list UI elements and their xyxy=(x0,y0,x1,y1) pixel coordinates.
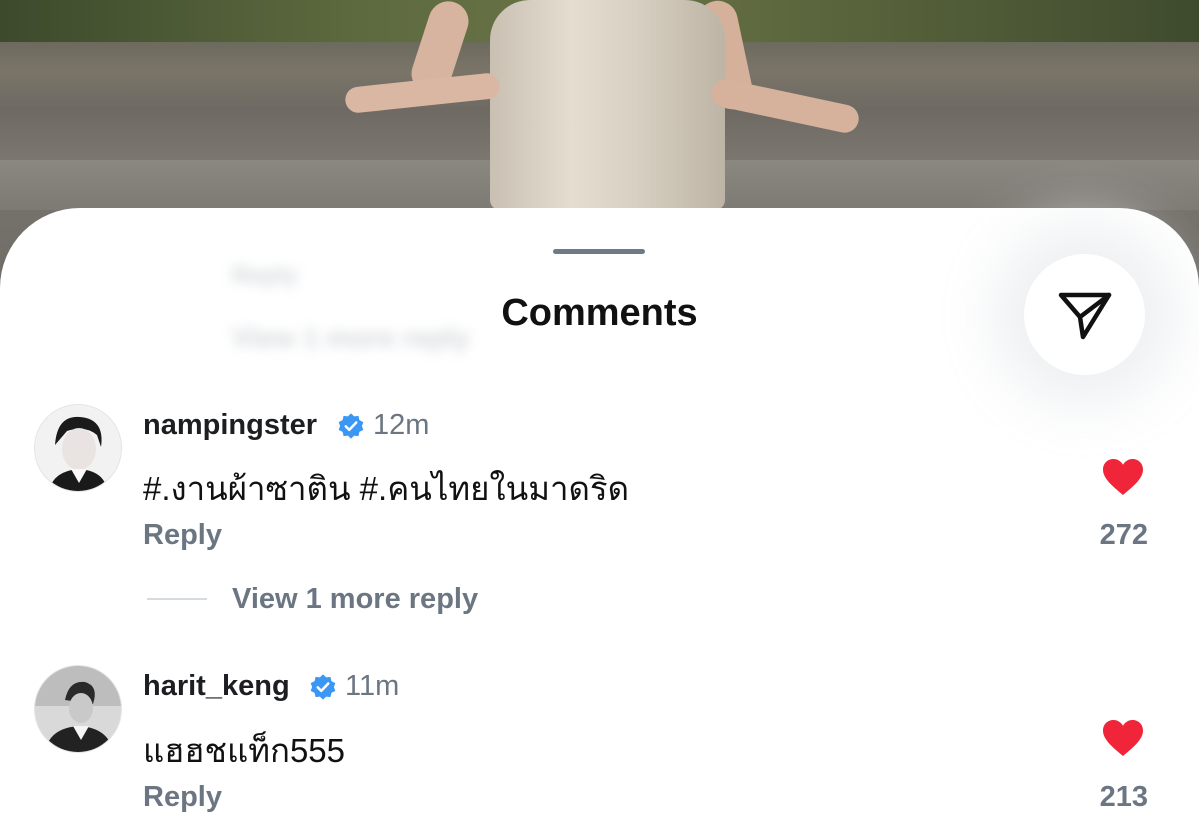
reply-button[interactable]: Reply xyxy=(143,781,222,814)
send-icon xyxy=(1058,292,1111,339)
sheet-title: Comments xyxy=(501,292,698,334)
photo-hand xyxy=(708,76,862,136)
sheet-grabber-handle[interactable] xyxy=(553,249,645,254)
view-more-replies-button[interactable]: View 1 more reply xyxy=(232,583,478,616)
verified-badge-icon xyxy=(310,674,336,700)
comment-text: แฮฮชแท็ก555 xyxy=(143,732,346,769)
avatar[interactable] xyxy=(34,665,122,753)
like-count: 272 xyxy=(1099,519,1148,551)
avatar-image xyxy=(35,405,121,491)
heart-icon[interactable] xyxy=(1101,457,1145,497)
ghost-reply-text: Reply xyxy=(232,262,298,289)
share-button[interactable] xyxy=(1024,254,1145,375)
comment-timestamp: 12m xyxy=(373,409,430,441)
avatar[interactable] xyxy=(34,404,122,492)
photo-dress xyxy=(490,0,725,210)
heart-icon[interactable] xyxy=(1101,718,1145,758)
comment-timestamp: 11m xyxy=(345,670,400,702)
like-count: 213 xyxy=(1099,781,1148,813)
comment-username[interactable]: harit_keng xyxy=(143,670,290,703)
comment-username[interactable]: nampingster xyxy=(143,409,317,442)
avatar-image xyxy=(35,666,121,752)
verified-badge-icon xyxy=(338,413,364,439)
thread-line xyxy=(147,598,207,600)
comment-text: #.งานผ้าซาติน #.คนไทยในมาดริด xyxy=(143,470,630,507)
reply-button[interactable]: Reply xyxy=(143,519,222,552)
